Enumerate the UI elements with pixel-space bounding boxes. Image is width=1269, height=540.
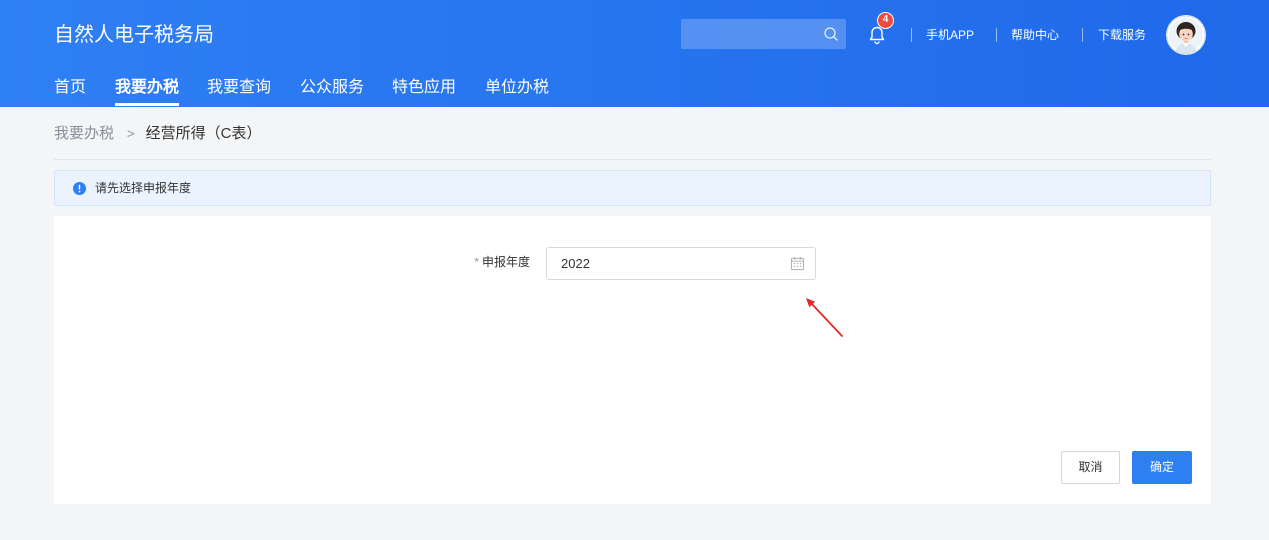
info-icon — [73, 182, 86, 195]
notification-badge[interactable]: 4 — [877, 12, 894, 29]
search-box[interactable] — [681, 19, 846, 49]
required-mark: * — [474, 255, 479, 269]
nav-item-unit-tax[interactable]: 单位办税 — [485, 78, 549, 107]
header-divider — [911, 28, 912, 42]
header-divider — [1082, 28, 1083, 42]
year-input[interactable] — [547, 248, 815, 279]
cancel-button[interactable]: 取消 — [1061, 451, 1120, 484]
form-panel: *申报年度 取消 确定 — [54, 216, 1211, 504]
nav-item-featured-apps[interactable]: 特色应用 — [392, 78, 456, 107]
info-alert: 请先选择申报年度 — [54, 170, 1211, 206]
year-picker[interactable] — [546, 247, 816, 280]
breadcrumb-parent-link[interactable]: 我要办税 — [54, 125, 114, 142]
nav-item-query[interactable]: 我要查询 — [207, 78, 271, 107]
calendar-icon[interactable] — [790, 256, 805, 271]
user-avatar[interactable] — [1167, 16, 1205, 54]
year-field-label: * 申报年度 — [474, 253, 530, 271]
header-divider — [996, 28, 997, 42]
nav-item-tax-handling[interactable]: 我要办税 — [115, 78, 180, 107]
nav-item-home[interactable]: 首页 — [54, 78, 86, 107]
search-input[interactable] — [681, 19, 846, 49]
download-service-link[interactable]: 下载服务 — [1098, 27, 1146, 43]
year-label-text: 申报年度 — [481, 255, 530, 269]
site-title: 自然人电子税务局 — [54, 24, 214, 46]
nav-item-public-service[interactable]: 公众服务 — [300, 78, 364, 107]
breadcrumb-divider — [54, 159, 1211, 160]
confirm-button[interactable]: 确定 — [1132, 451, 1192, 484]
search-icon[interactable] — [823, 26, 839, 42]
breadcrumb-current: 经营所得（C表） — [145, 125, 262, 142]
top-header: 自然人电子税务局 4 手机APP 帮助中心 下载服务 首页 我要办税 我要查询 … — [0, 0, 1269, 107]
mobile-app-link[interactable]: 手机APP — [926, 27, 974, 43]
alert-message: 请先选择申报年度 — [95, 181, 192, 195]
breadcrumb-separator: > — [127, 126, 135, 141]
breadcrumb: 我要办税 > 经营所得（C表） — [54, 123, 261, 145]
help-center-link[interactable]: 帮助中心 — [1011, 27, 1059, 43]
